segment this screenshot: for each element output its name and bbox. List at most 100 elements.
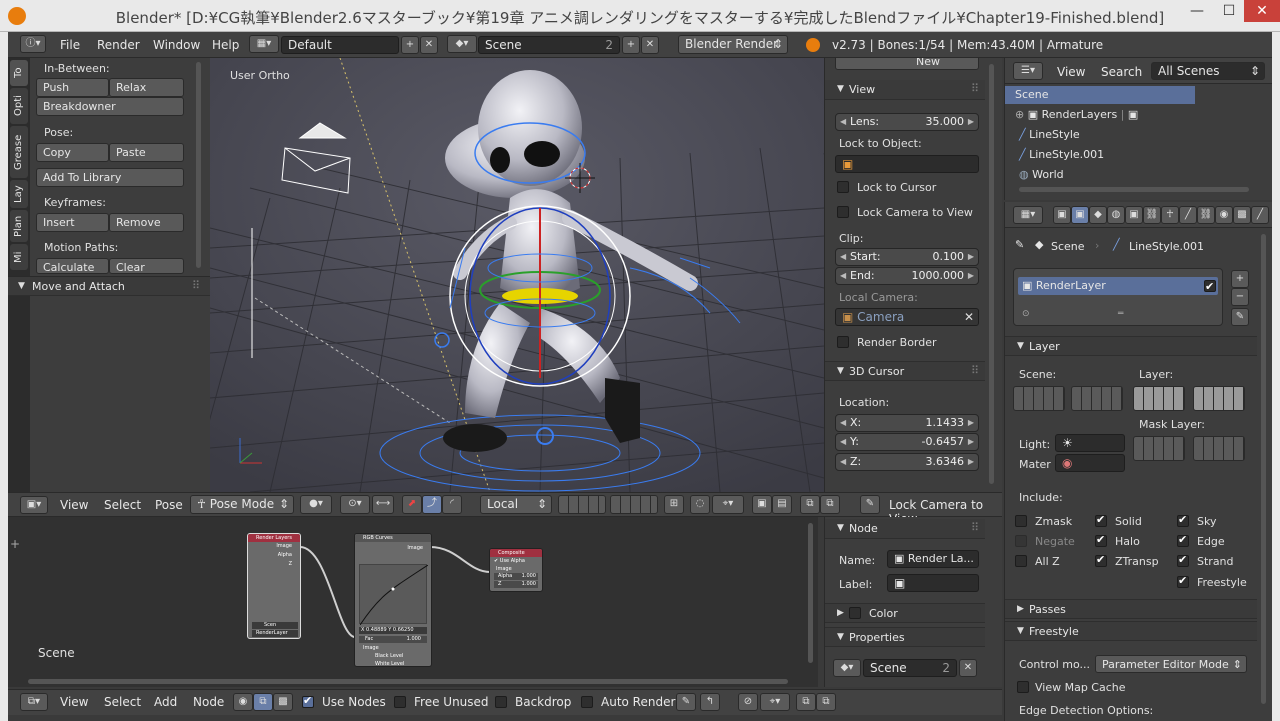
manipulator-icon[interactable]: ⟷ xyxy=(372,495,394,514)
tab-misc[interactable]: Mi xyxy=(10,244,28,270)
outliner-item-linestyle[interactable]: ╱ LineStyle xyxy=(1005,126,1195,144)
solid-checkbox[interactable] xyxy=(1095,513,1107,527)
properties-editor-type-icon[interactable]: ▦▾ xyxy=(1013,206,1043,224)
3d-viewport[interactable]: User Ortho xyxy=(210,58,824,492)
render-border-checkbox[interactable] xyxy=(837,336,849,348)
view-panel-header[interactable]: ▼ View ⠿ xyxy=(825,80,985,100)
freestyle-checkbox[interactable] xyxy=(1177,574,1189,588)
breakdowner-button[interactable]: Breakdowner xyxy=(36,97,184,116)
node-label-field[interactable]: ▣ xyxy=(887,574,979,592)
layer-grid-b[interactable] xyxy=(1193,386,1245,411)
constraint-context-icon[interactable]: ⛓ xyxy=(1143,206,1161,224)
remove-keyframe-button[interactable]: Remove xyxy=(109,213,184,232)
passes-panel-header[interactable]: ▶ Passes xyxy=(1005,599,1257,619)
tab-grease[interactable]: Grease xyxy=(10,126,28,178)
new-button[interactable]: New xyxy=(835,58,979,70)
menu-window[interactable]: Window xyxy=(153,38,200,52)
editor-type-node-icon[interactable]: ⧉▾ xyxy=(20,693,48,711)
copy-pose-icon[interactable]: ⧉ xyxy=(800,495,820,514)
allz-checkbox[interactable] xyxy=(1015,555,1027,567)
menu-render[interactable]: Render xyxy=(97,38,140,52)
lock-camera-checkbox[interactable] xyxy=(837,206,849,218)
mask-layer-grid-a[interactable] xyxy=(1133,436,1185,461)
edge-checkbox[interactable] xyxy=(1177,533,1189,547)
world-context-icon[interactable]: ◍ xyxy=(1107,206,1125,224)
renderlayer-list-item[interactable]: ▣ RenderLayer xyxy=(1018,277,1218,296)
node-snap-icon[interactable]: ⌖▾ xyxy=(760,693,790,711)
orientation-select[interactable]: Local ⇕ xyxy=(480,495,552,514)
cursor-x-field[interactable]: ◀ X: 1.1433 ▶ xyxy=(835,414,979,432)
node-panel-header[interactable]: ▼ Node ⠿ xyxy=(825,519,985,539)
add-renderlayer-icon[interactable]: + xyxy=(1231,270,1249,288)
color-panel-header[interactable]: ▶ Color xyxy=(825,603,985,623)
scene-layers-grid[interactable] xyxy=(558,495,606,514)
layer-panel-header[interactable]: ▼ Layer xyxy=(1005,336,1257,356)
rotate-icon[interactable]: ⤴ xyxy=(422,495,442,514)
auto-render-checkbox[interactable] xyxy=(581,696,593,708)
shader-tree-icon[interactable]: ◉ xyxy=(233,693,253,711)
pivot-icon[interactable]: ⊙▾ xyxy=(340,495,370,514)
linestyle-context-icon[interactable]: ╱ xyxy=(1251,206,1269,224)
rgb-curves-fac[interactable]: Fac 1.000 xyxy=(359,636,427,643)
list-resize-handle[interactable]: ═ xyxy=(1118,309,1123,319)
render-layers-scene[interactable]: Scen xyxy=(252,622,298,629)
insert-keyframe-button[interactable]: Insert xyxy=(36,213,109,232)
lock-object-field[interactable]: ▣ xyxy=(835,155,979,173)
ztransp-checkbox[interactable] xyxy=(1095,553,1107,567)
editor-type-icon[interactable]: ⓘ▾ xyxy=(20,35,46,53)
toolshelf-scrollbar[interactable] xyxy=(196,62,201,268)
curve-graph[interactable] xyxy=(359,564,429,626)
backdrop-checkbox[interactable] xyxy=(495,696,507,708)
outliner-menu-view[interactable]: View xyxy=(1057,65,1085,79)
scene-browse-icon[interactable]: ◆▾ xyxy=(833,659,861,677)
clear-camera-icon[interactable]: ✕ xyxy=(964,309,974,325)
negate-checkbox[interactable] xyxy=(1015,535,1027,547)
object-context-icon[interactable]: ▣ xyxy=(1125,206,1143,224)
node-hscroll[interactable] xyxy=(28,679,788,684)
view-map-cache-checkbox[interactable] xyxy=(1017,681,1029,693)
scene-field[interactable]: Scene 2 xyxy=(478,36,620,54)
clear-button[interactable]: Clear xyxy=(109,258,184,274)
renderlayer-enabled-checkbox[interactable] xyxy=(1204,278,1216,296)
lens-field[interactable]: ◀ Lens: 35.000 ▶ xyxy=(835,113,979,131)
properties-panel-header[interactable]: ▼ Properties xyxy=(825,627,985,647)
paste-pose-icon[interactable]: ⧉ xyxy=(820,495,840,514)
halo-checkbox[interactable] xyxy=(1095,533,1107,547)
composite-alpha-in[interactable]: Alpha 1.000 xyxy=(494,573,538,580)
color-checkbox[interactable] xyxy=(849,607,861,619)
texture-tree-icon[interactable]: ▩ xyxy=(273,693,293,711)
panel-plus-icon[interactable]: + xyxy=(10,537,20,551)
bone-context-icon[interactable]: ╱ xyxy=(1179,206,1197,224)
composite-node-header[interactable]: Composite xyxy=(490,549,542,557)
tab-options[interactable]: Opti xyxy=(10,88,28,124)
calculate-button[interactable]: Calculate xyxy=(36,258,109,274)
menu-view[interactable]: View xyxy=(60,498,88,512)
node-pin-icon[interactable]: ✎ xyxy=(676,693,696,711)
screen-layout-icon[interactable]: ▦▾ xyxy=(249,35,279,53)
outliner-hscroll[interactable] xyxy=(1019,187,1249,192)
move-attach-panel-header[interactable]: ▼ Move and Attach ⠿ xyxy=(8,276,210,296)
minimize-icon[interactable]: — xyxy=(1180,0,1214,22)
relax-button[interactable]: Relax xyxy=(109,78,184,97)
tab-tools[interactable]: To xyxy=(10,60,28,86)
list-filter-icon[interactable]: ⊙ xyxy=(1022,309,1030,319)
control-mode-select[interactable]: Parameter Editor Mode ⇕ xyxy=(1095,655,1247,673)
outliner-item-world[interactable]: ◍ World xyxy=(1005,166,1195,184)
material-override-field[interactable]: ◉ xyxy=(1055,454,1125,472)
cursor-y-field[interactable]: ◀ Y: -0.6457 ▶ xyxy=(835,433,979,451)
snap-icon[interactable]: ⌖▾ xyxy=(712,495,744,514)
node-name-field[interactable]: ▣ Render La... xyxy=(887,550,979,568)
render-layers-layer[interactable]: RenderLayer xyxy=(252,630,298,637)
scene-context-icon[interactable]: ◆ xyxy=(1089,206,1107,224)
outliner-item-scene[interactable]: Scene xyxy=(1005,86,1195,104)
render-context-icon[interactable]: ▣ xyxy=(1053,206,1071,224)
node-paste-icon[interactable]: ⧉ xyxy=(816,693,836,711)
remove-renderlayer-icon[interactable]: − xyxy=(1231,288,1249,306)
delete-scene-icon[interactable]: ✕ xyxy=(641,36,659,54)
tab-plan[interactable]: Plan xyxy=(10,210,28,242)
node-scene-field[interactable]: Scene 2 xyxy=(863,659,957,677)
scene-layers-grid-b[interactable] xyxy=(1071,386,1123,411)
close-icon[interactable]: ✕ xyxy=(1244,0,1280,22)
add-to-library-button[interactable]: Add To Library xyxy=(36,168,184,187)
tab-layers[interactable]: Lay xyxy=(10,180,28,208)
